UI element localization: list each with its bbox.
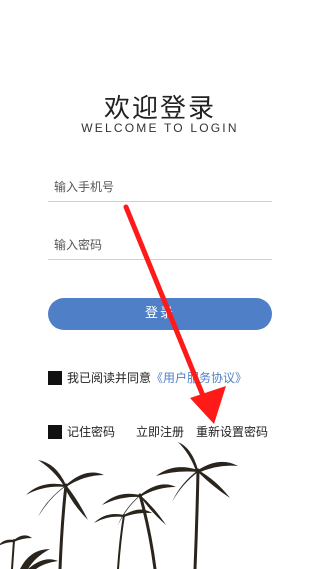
user-agreement-link[interactable]: 《用户服务协议》 [151,369,247,386]
agreement-text: 我已阅读并同意 [67,371,152,385]
page-title: 欢迎登录 [103,94,216,124]
password-field-container [48,231,278,260]
palm-trees-illustration [0,442,238,569]
password-input[interactable] [48,231,278,259]
phone-field-container [48,173,278,202]
remember-checkbox[interactable] [48,424,62,439]
login-button[interactable]: 登录 [48,298,272,330]
remember-row: 记住密码 [48,423,115,440]
register-link[interactable]: 立即注册 [136,423,184,440]
reset-password-link[interactable]: 重新设置密码 [196,423,268,440]
remember-label[interactable]: 记住密码 [67,423,115,440]
agreement-checkbox[interactable] [48,370,62,385]
agreement-row: 我已阅读并同意 《用户服务协议》 [48,369,247,386]
phone-input[interactable] [48,173,278,201]
page-subtitle: WELCOME TO LOGIN [81,121,239,135]
